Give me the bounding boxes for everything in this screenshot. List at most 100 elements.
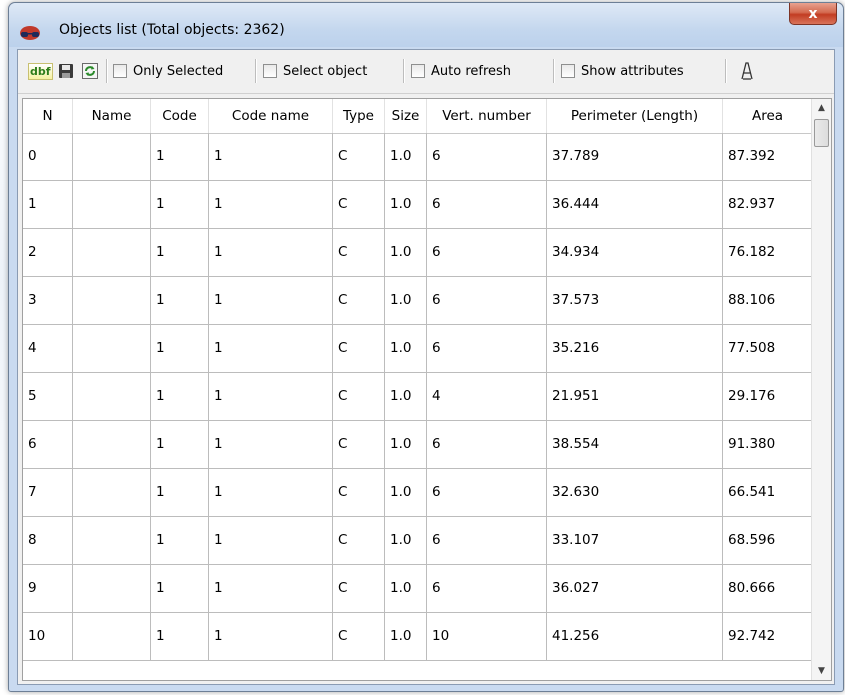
- table-cell[interactable]: 1: [151, 517, 209, 564]
- table-cell[interactable]: 6: [427, 565, 547, 612]
- table-row[interactable]: 5 1 1 C 1.0 4 21.951 29.176: [23, 373, 813, 421]
- table-row[interactable]: 7 1 1 C 1.0 6 32.630 66.541: [23, 469, 813, 517]
- checkbox-box[interactable]: [263, 64, 277, 78]
- table-cell[interactable]: C: [333, 181, 385, 228]
- table-row[interactable]: 10 1 1 C 1.0 10 41.256 92.742: [23, 613, 813, 661]
- table-cell[interactable]: 35.216: [547, 325, 723, 372]
- table-cell[interactable]: [73, 277, 151, 324]
- table-cell[interactable]: 41.256: [547, 613, 723, 660]
- table-cell[interactable]: 1.0: [385, 229, 427, 276]
- table-cell[interactable]: 8: [23, 517, 73, 564]
- table-cell[interactable]: 1.0: [385, 613, 427, 660]
- table-cell[interactable]: 76.182: [723, 229, 813, 276]
- title-bar[interactable]: Objects list (Total objects: 2362) x: [9, 3, 843, 47]
- table-cell[interactable]: 88.106: [723, 277, 813, 324]
- table-row[interactable]: 3 1 1 C 1.0 6 37.573 88.106: [23, 277, 813, 325]
- checkbox-box[interactable]: [561, 64, 575, 78]
- table-cell[interactable]: 29.176: [723, 373, 813, 420]
- table-cell[interactable]: [73, 181, 151, 228]
- table-cell[interactable]: 1.0: [385, 373, 427, 420]
- table-cell[interactable]: 32.630: [547, 469, 723, 516]
- scroll-up-arrow-icon[interactable]: ▲: [812, 99, 831, 117]
- font-settings-button[interactable]: [740, 60, 754, 82]
- table-cell[interactable]: 1.0: [385, 277, 427, 324]
- table-cell[interactable]: 1: [151, 133, 209, 180]
- table-row[interactable]: 2 1 1 C 1.0 6 34.934 76.182: [23, 229, 813, 277]
- table-cell[interactable]: 36.444: [547, 181, 723, 228]
- table-cell[interactable]: [73, 613, 151, 660]
- column-header[interactable]: Area: [723, 99, 813, 133]
- table-cell[interactable]: C: [333, 229, 385, 276]
- table-cell[interactable]: 1: [209, 373, 333, 420]
- table-cell[interactable]: [73, 469, 151, 516]
- table-cell[interactable]: 1.0: [385, 469, 427, 516]
- checkbox-box[interactable]: [113, 64, 127, 78]
- table-cell[interactable]: 92.742: [723, 613, 813, 660]
- table-cell[interactable]: [73, 421, 151, 468]
- table-cell[interactable]: 1.0: [385, 517, 427, 564]
- refresh-button[interactable]: [82, 60, 98, 82]
- table-cell[interactable]: 36.027: [547, 565, 723, 612]
- table-cell[interactable]: 5: [23, 373, 73, 420]
- table-cell[interactable]: 1: [151, 181, 209, 228]
- table-cell[interactable]: 6: [427, 517, 547, 564]
- table-cell[interactable]: 6: [427, 133, 547, 180]
- show-attributes-checkbox[interactable]: Show attributes: [561, 60, 684, 82]
- table-cell[interactable]: 6: [427, 277, 547, 324]
- table-cell[interactable]: 0: [23, 133, 73, 180]
- select-object-checkbox[interactable]: Select object: [263, 60, 367, 82]
- table-cell[interactable]: [73, 229, 151, 276]
- table-row[interactable]: 9 1 1 C 1.0 6 36.027 80.666: [23, 565, 813, 613]
- table-cell[interactable]: 1.0: [385, 565, 427, 612]
- table-row[interactable]: 6 1 1 C 1.0 6 38.554 91.380: [23, 421, 813, 469]
- table-cell[interactable]: C: [333, 421, 385, 468]
- table-cell[interactable]: 1: [209, 133, 333, 180]
- table-row[interactable]: 4 1 1 C 1.0 6 35.216 77.508: [23, 325, 813, 373]
- scrollbar-thumb[interactable]: [814, 119, 829, 147]
- table-cell[interactable]: 1: [209, 421, 333, 468]
- only-selected-checkbox[interactable]: Only Selected: [113, 60, 223, 82]
- table-cell[interactable]: 1.0: [385, 133, 427, 180]
- table-cell[interactable]: 1: [151, 421, 209, 468]
- table-cell[interactable]: 1.0: [385, 325, 427, 372]
- table-cell[interactable]: 77.508: [723, 325, 813, 372]
- column-header[interactable]: Code name: [209, 99, 333, 133]
- table-row[interactable]: 8 1 1 C 1.0 6 33.107 68.596: [23, 517, 813, 565]
- table-cell[interactable]: C: [333, 565, 385, 612]
- table-cell[interactable]: 2: [23, 229, 73, 276]
- table-cell[interactable]: 1: [209, 277, 333, 324]
- scroll-down-arrow-icon[interactable]: ▼: [812, 662, 831, 680]
- table-cell[interactable]: 10: [23, 613, 73, 660]
- table-cell[interactable]: 1: [151, 613, 209, 660]
- table-cell[interactable]: 37.573: [547, 277, 723, 324]
- table-cell[interactable]: [73, 325, 151, 372]
- table-cell[interactable]: [73, 565, 151, 612]
- table-cell[interactable]: 37.789: [547, 133, 723, 180]
- column-header[interactable]: Code: [151, 99, 209, 133]
- table-cell[interactable]: 6: [427, 325, 547, 372]
- table-cell[interactable]: 3: [23, 277, 73, 324]
- auto-refresh-checkbox[interactable]: Auto refresh: [411, 60, 511, 82]
- table-cell[interactable]: 6: [427, 421, 547, 468]
- column-header[interactable]: Perimeter (Length): [547, 99, 723, 133]
- table-cell[interactable]: 1: [209, 517, 333, 564]
- column-header[interactable]: Vert. number: [427, 99, 547, 133]
- table-cell[interactable]: 6: [427, 469, 547, 516]
- table-cell[interactable]: C: [333, 133, 385, 180]
- table-cell[interactable]: 1: [151, 469, 209, 516]
- table-cell[interactable]: 1: [151, 229, 209, 276]
- table-cell[interactable]: 38.554: [547, 421, 723, 468]
- table-cell[interactable]: [73, 133, 151, 180]
- table-cell[interactable]: [73, 373, 151, 420]
- table-cell[interactable]: 7: [23, 469, 73, 516]
- close-button[interactable]: x: [789, 3, 837, 25]
- column-header[interactable]: Name: [73, 99, 151, 133]
- table-cell[interactable]: 87.392: [723, 133, 813, 180]
- table-cell[interactable]: C: [333, 277, 385, 324]
- table-cell[interactable]: 1: [151, 325, 209, 372]
- column-header[interactable]: N: [23, 99, 73, 133]
- table-cell[interactable]: 6: [23, 421, 73, 468]
- table-cell[interactable]: 1: [151, 373, 209, 420]
- table-cell[interactable]: 1: [151, 565, 209, 612]
- table-cell[interactable]: C: [333, 373, 385, 420]
